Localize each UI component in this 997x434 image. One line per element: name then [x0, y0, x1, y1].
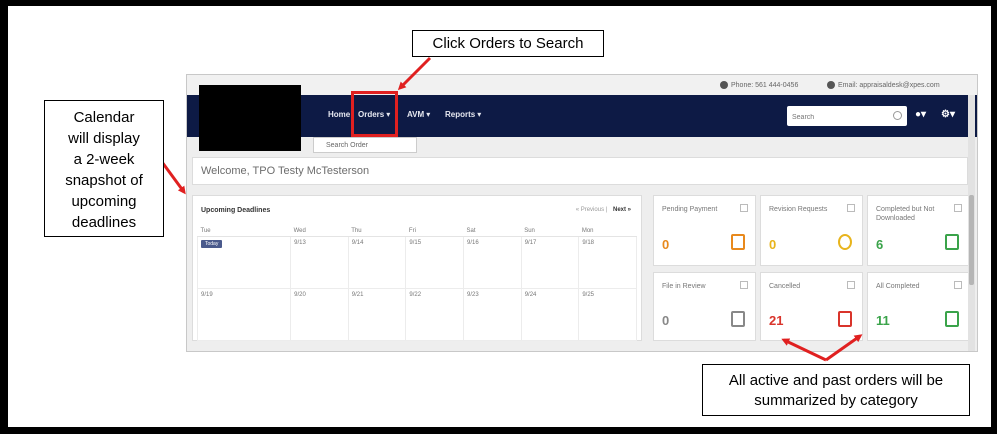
- callout-calendar-line: Calendar: [73, 109, 135, 126]
- callout-orders-text: Click Orders to Search: [432, 35, 584, 52]
- callout-calendar: Calendar will display a 2-week snapshot …: [44, 100, 164, 237]
- callout-orders: Click Orders to Search: [412, 30, 604, 57]
- callout-summary-line: All active and past orders will be: [728, 372, 944, 389]
- arrow-to-orders: [397, 56, 432, 91]
- callout-summary: All active and past orders will be summa…: [702, 364, 970, 416]
- callout-calendar-line: upcoming: [71, 193, 137, 210]
- arrow-to-cancelled: [781, 338, 827, 362]
- callout-calendar-line: snapshot of: [65, 172, 143, 189]
- callout-summary-line: summarized by category: [754, 392, 918, 409]
- callout-calendar-line: a 2-week: [73, 151, 135, 168]
- callout-calendar-line: deadlines: [71, 214, 137, 231]
- arrow-to-calendar: [160, 161, 186, 195]
- callout-calendar-line: will display: [68, 130, 140, 147]
- arrow-to-all-completed: [825, 334, 863, 362]
